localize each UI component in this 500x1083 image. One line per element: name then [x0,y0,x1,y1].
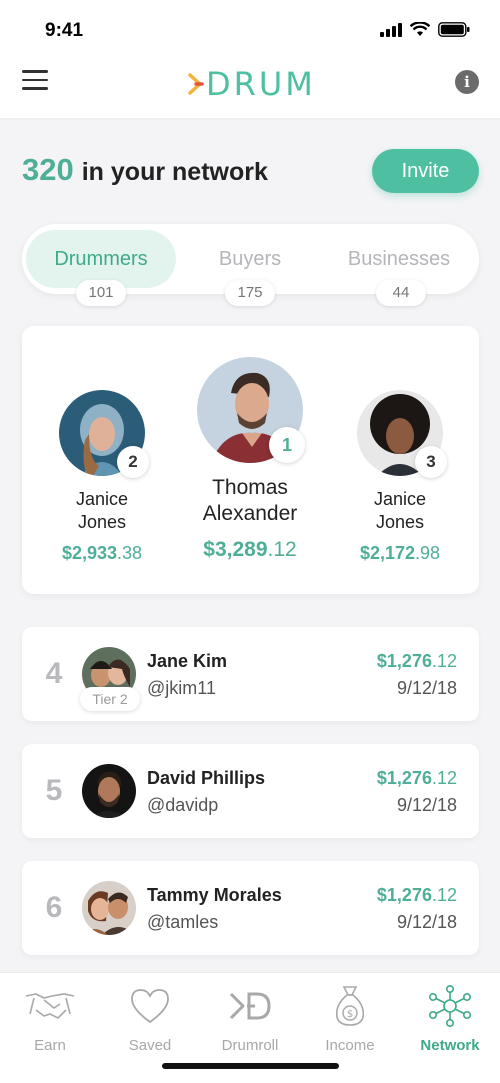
wifi-icon [410,22,430,36]
podium-amount: $3,289.12 [182,538,318,562]
name-line: Alexander [202,502,298,526]
tab-label: Drumroll [221,1037,279,1054]
row-name: David Phillips [147,768,266,788]
row-rank: 5 [45,774,63,807]
tab-earn[interactable]: Earn [0,985,100,1054]
tab-count-drummers: 101 [76,280,126,306]
row-date: 9/12/18 [396,678,457,698]
tier-badge: Tier 2 [80,687,140,711]
list-item[interactable]: 6 Tammy Morales @tamles $1,276.12 9/12/1… [22,861,479,955]
amount-cents: .98 [415,543,441,563]
logo-text: DRUM [206,65,316,103]
name-line: Janice [373,489,427,509]
tab-income[interactable]: $ Income [300,985,400,1054]
amount-dollars: $3,289 [203,537,268,561]
signal-icon [380,22,402,37]
network-count: 320 [22,152,74,187]
network-icon [428,985,471,1027]
tab-count-businesses: 44 [376,280,426,306]
amount-cents: .12 [431,768,457,788]
invite-button[interactable]: Invite [372,149,479,193]
drum-logo-icon [229,992,271,1020]
amount-cents: .12 [431,651,457,671]
hamburger-menu-icon[interactable] [22,70,48,92]
nav-bar: DRUM i [0,50,500,118]
row-handle: @davidp [147,795,219,815]
amount-dollars: $2,172 [359,543,416,563]
podium-amount: $2,933.38 [42,543,162,564]
amount-cents: .38 [117,543,143,563]
rank-badge: 3 [415,446,447,478]
row-amount: $1,276.12 [377,651,457,672]
name-line: Janice [75,489,129,509]
rank-badge: 1 [269,427,305,463]
podium-third[interactable]: 3 Janice Jones $2,172.98 [340,390,460,564]
status-bar: 9:41 [0,0,500,50]
tab-label: Income [325,1037,375,1054]
amount-dollars: $1,276 [376,885,432,905]
podium-name: Janice Jones [42,488,162,533]
rank-badge: 2 [117,446,149,478]
tab-drumroll[interactable]: Drumroll [200,985,300,1054]
tab-network[interactable]: Network [400,985,500,1054]
amount-dollars: $1,276 [376,768,432,788]
row-rank: 4 [45,657,63,690]
battery-icon [438,22,470,37]
avatar [82,881,136,935]
amount-dollars: $2,933 [61,543,118,563]
avatar: 1 [197,357,305,463]
name-line: Thomas [212,476,288,499]
app-logo: DRUM [188,64,316,104]
row-date: 9/12/18 [396,912,457,932]
podium-second[interactable]: 2 Janice Jones $2,933.38 [42,390,162,564]
podium-first[interactable]: 1 Thomas Alexander $3,289.12 [182,357,318,562]
list-item[interactable]: 5 David Phillips @davidp $1,276.12 9/12/… [22,744,479,838]
avatar: 3 [357,390,447,478]
drum-logo-mark-icon [188,73,204,95]
leaderboard-podium: 2 Janice Jones $2,933.38 1 Thomas Alexan… [22,326,479,594]
name-line: Jones [77,511,127,532]
row-name: Tammy Morales [147,885,282,905]
row-amount: $1,276.12 [377,768,457,789]
row-name: Jane Kim [147,651,228,671]
svg-text:$: $ [347,1009,353,1020]
status-icons [380,22,470,37]
tab-saved[interactable]: Saved [100,985,200,1054]
status-time: 9:41 [45,20,84,41]
list-item[interactable]: 4 Tier 2 Jane Kim @jkim11 $1,276.12 9/12… [22,627,479,721]
avatar [82,764,136,818]
home-indicator[interactable] [162,1063,339,1069]
network-label: in your network [81,158,268,186]
name-line: Jones [375,511,425,532]
heart-icon [131,989,169,1024]
amount-cents: .12 [267,537,297,561]
tab-label: Network [420,1037,480,1054]
handshake-icon [25,993,75,1019]
row-handle: @jkim11 [147,678,216,698]
row-rank: 6 [45,891,63,924]
amount-cents: .12 [431,885,457,905]
tab-label: Saved [128,1037,172,1054]
podium-amount: $2,172.98 [340,543,460,564]
row-date: 9/12/18 [396,795,457,815]
amount-dollars: $1,276 [376,651,432,671]
tab-label: Earn [34,1037,66,1054]
tab-count-buyers: 175 [225,280,275,306]
row-handle: @tamles [147,912,219,932]
podium-name: Janice Jones [340,488,460,533]
row-amount: $1,276.12 [377,885,457,906]
money-bag-icon: $ [335,986,365,1026]
avatar: 2 [59,390,149,478]
info-icon[interactable]: i [455,70,479,94]
network-summary: 320 in your network [22,152,268,188]
podium-name: Thomas Alexander [182,475,318,528]
